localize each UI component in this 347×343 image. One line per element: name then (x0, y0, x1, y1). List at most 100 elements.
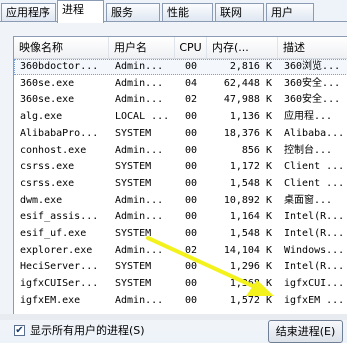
table-row[interactable]: csrss.exe SYSTEM 00 1,548 K Client ... (14, 176, 347, 192)
cell-memory: 1,368 K (229, 278, 272, 290)
cell-memory: 2,816 K (229, 61, 272, 72)
cell-description: 控制台... (284, 144, 333, 156)
cell-user-name: Admin... (115, 211, 164, 223)
cell-image-name: explorer.exe (20, 244, 93, 256)
cell-image-name: igfxCUISer... (20, 278, 99, 290)
cell-memory: 1,548 K (229, 228, 272, 239)
cell-user-name: Admin... (115, 194, 164, 206)
cell-description: 360安全... (284, 77, 341, 89)
cell-memory: 47,988 K (223, 94, 272, 106)
cell-cpu: 00 (184, 161, 198, 173)
cell-user-name: Admin... (115, 77, 164, 89)
cell-image-name: csrss.exe (20, 177, 75, 189)
processes-panel: 映像名称 用户名 CPU 内存(... 描述 360bdoctor... Admi… (0, 22, 347, 343)
cell-user-name: Admin... (115, 144, 164, 156)
table-row[interactable]: dwm.exe Admin... 00 10,892 K 桌面窗... (14, 193, 347, 209)
cell-cpu: 00 (184, 144, 198, 156)
table-row[interactable]: esif_uf.exe SYSTEM 00 1,548 K Intel(R... (14, 226, 347, 242)
cell-user-name: Admin... (115, 244, 164, 256)
cell-memory: 1,164 K (229, 211, 272, 223)
table-row[interactable]: 360bdoctor... Admin... 00 2,816 K 360浏览... (14, 59, 347, 75)
cell-memory: 1,572 K (229, 294, 272, 306)
cell-image-name: esif_uf.exe (20, 228, 87, 239)
cell-memory: 18,376 K (223, 127, 272, 139)
table-row[interactable]: 360se.exe Admin... 02 47,988 K 360安全... (14, 92, 347, 108)
cell-memory: 1,172 K (229, 161, 272, 173)
column-header-description[interactable]: 描述 (278, 37, 347, 58)
cell-user-name: SYSTEM (115, 261, 152, 273)
cell-image-name: AlibabaPro... (20, 127, 99, 139)
tab-processes[interactable]: 进程 (57, 0, 104, 23)
cell-image-name: esif_assis... (20, 211, 99, 223)
cell-user-name: Admin... (115, 61, 164, 72)
cell-description: Intel(R... (284, 228, 345, 239)
tab-bar: 应用程序 进程 服务 性能 联网 用户 (0, 0, 347, 23)
table-row[interactable]: conhost.exe Admin... 00 856 K 控制台... (14, 143, 347, 159)
cell-memory: 1,136 K (229, 111, 272, 123)
tab-performance[interactable]: 性能 (162, 3, 213, 21)
cell-image-name: alg.exe (20, 111, 63, 123)
cell-description: Alibaba... (284, 127, 345, 139)
cell-cpu: 00 (184, 228, 198, 239)
cell-image-name: igfxEM.exe (20, 294, 81, 306)
table-row[interactable]: esif_assis... Admin... 00 1,164 K Intel(R... (14, 209, 347, 225)
cell-image-name: 360se.exe (20, 77, 75, 89)
cell-memory: 14,104 K (223, 244, 272, 256)
table-row[interactable]: explorer.exe Admin... 02 14,104 K Windows... (14, 243, 347, 259)
cell-cpu: 04 (184, 77, 198, 89)
cell-description: igfxEM ... (284, 294, 345, 306)
cell-description: Intel(R... (284, 261, 345, 273)
cell-cpu: 00 (184, 278, 198, 290)
tab-users[interactable]: 用户 (266, 3, 314, 21)
cell-memory: 856 K (241, 144, 272, 156)
cell-cpu: 00 (184, 177, 198, 189)
cell-image-name: HeciServer... (20, 261, 99, 273)
table-row[interactable]: HeciServer... SYSTEM 00 1,296 K Intel(R... (14, 259, 347, 275)
process-list[interactable]: 映像名称 用户名 CPU 内存(... 描述 360bdoctor... Admi… (13, 36, 347, 317)
tab-divider (0, 21, 347, 22)
cell-description: 桌面窗... (284, 194, 333, 206)
cell-cpu: 02 (184, 94, 198, 106)
tab-networking[interactable]: 联网 (215, 3, 264, 21)
cell-memory: 10,892 K (223, 194, 272, 206)
cell-image-name: dwm.exe (20, 194, 63, 206)
column-header-image-name[interactable]: 映像名称 (14, 37, 109, 58)
cell-description: Windows... (284, 244, 345, 256)
tab-services[interactable]: 服务 (106, 3, 160, 21)
table-row[interactable]: csrss.exe SYSTEM 00 1,172 K Client ... (14, 159, 347, 175)
cell-cpu: 00 (184, 61, 198, 72)
table-row[interactable]: igfxEM.exe Admin... 00 1,572 K igfxEM ... (14, 293, 347, 309)
cell-user-name: SYSTEM (115, 228, 152, 239)
cell-description: Client ... (284, 177, 345, 189)
cell-user-name: SYSTEM (115, 161, 152, 173)
cell-memory: 1,548 K (229, 177, 272, 189)
table-row[interactable]: 360se.exe Admin... 04 62,448 K 360安全... (14, 76, 347, 92)
cell-memory: 62,448 K (223, 77, 272, 89)
cell-description: 应用程... (284, 111, 333, 123)
cell-description: 360安全... (284, 94, 341, 106)
cell-cpu: 00 (184, 194, 198, 206)
column-header-user-name[interactable]: 用户名 (109, 37, 175, 58)
cell-cpu: 00 (184, 294, 198, 306)
cell-user-name: SYSTEM (115, 127, 152, 139)
cell-description: Client ... (284, 161, 345, 173)
cell-description: igfxCUI... (284, 278, 345, 290)
tab-applications[interactable]: 应用程序 (1, 3, 56, 21)
cell-user-name: SYSTEM (115, 278, 152, 290)
cell-image-name: 360se.exe (20, 94, 75, 106)
cell-cpu: 00 (184, 211, 198, 223)
table-row[interactable]: igfxCUISer... SYSTEM 00 1,368 K igfxCUI... (14, 276, 347, 292)
column-header-row: 映像名称 用户名 CPU 内存(... 描述 (14, 37, 347, 59)
table-row[interactable]: AlibabaPro... SYSTEM 00 18,376 K Alibaba... (14, 126, 347, 142)
column-header-cpu[interactable]: CPU (175, 37, 207, 58)
cell-user-name: Admin... (115, 94, 164, 106)
end-process-button[interactable]: 结束进程(E) (268, 320, 343, 343)
column-header-memory[interactable]: 内存(... (207, 37, 278, 58)
table-row[interactable]: alg.exe LOCAL ... 00 1,136 K 应用程... (14, 109, 347, 125)
cell-user-name: SYSTEM (115, 177, 152, 189)
cell-image-name: 360bdoctor... (20, 61, 99, 72)
cell-cpu: 02 (184, 244, 198, 256)
cell-image-name: conhost.exe (20, 144, 87, 156)
cell-user-name: LOCAL ... (115, 111, 170, 123)
cell-cpu: 00 (184, 261, 198, 273)
